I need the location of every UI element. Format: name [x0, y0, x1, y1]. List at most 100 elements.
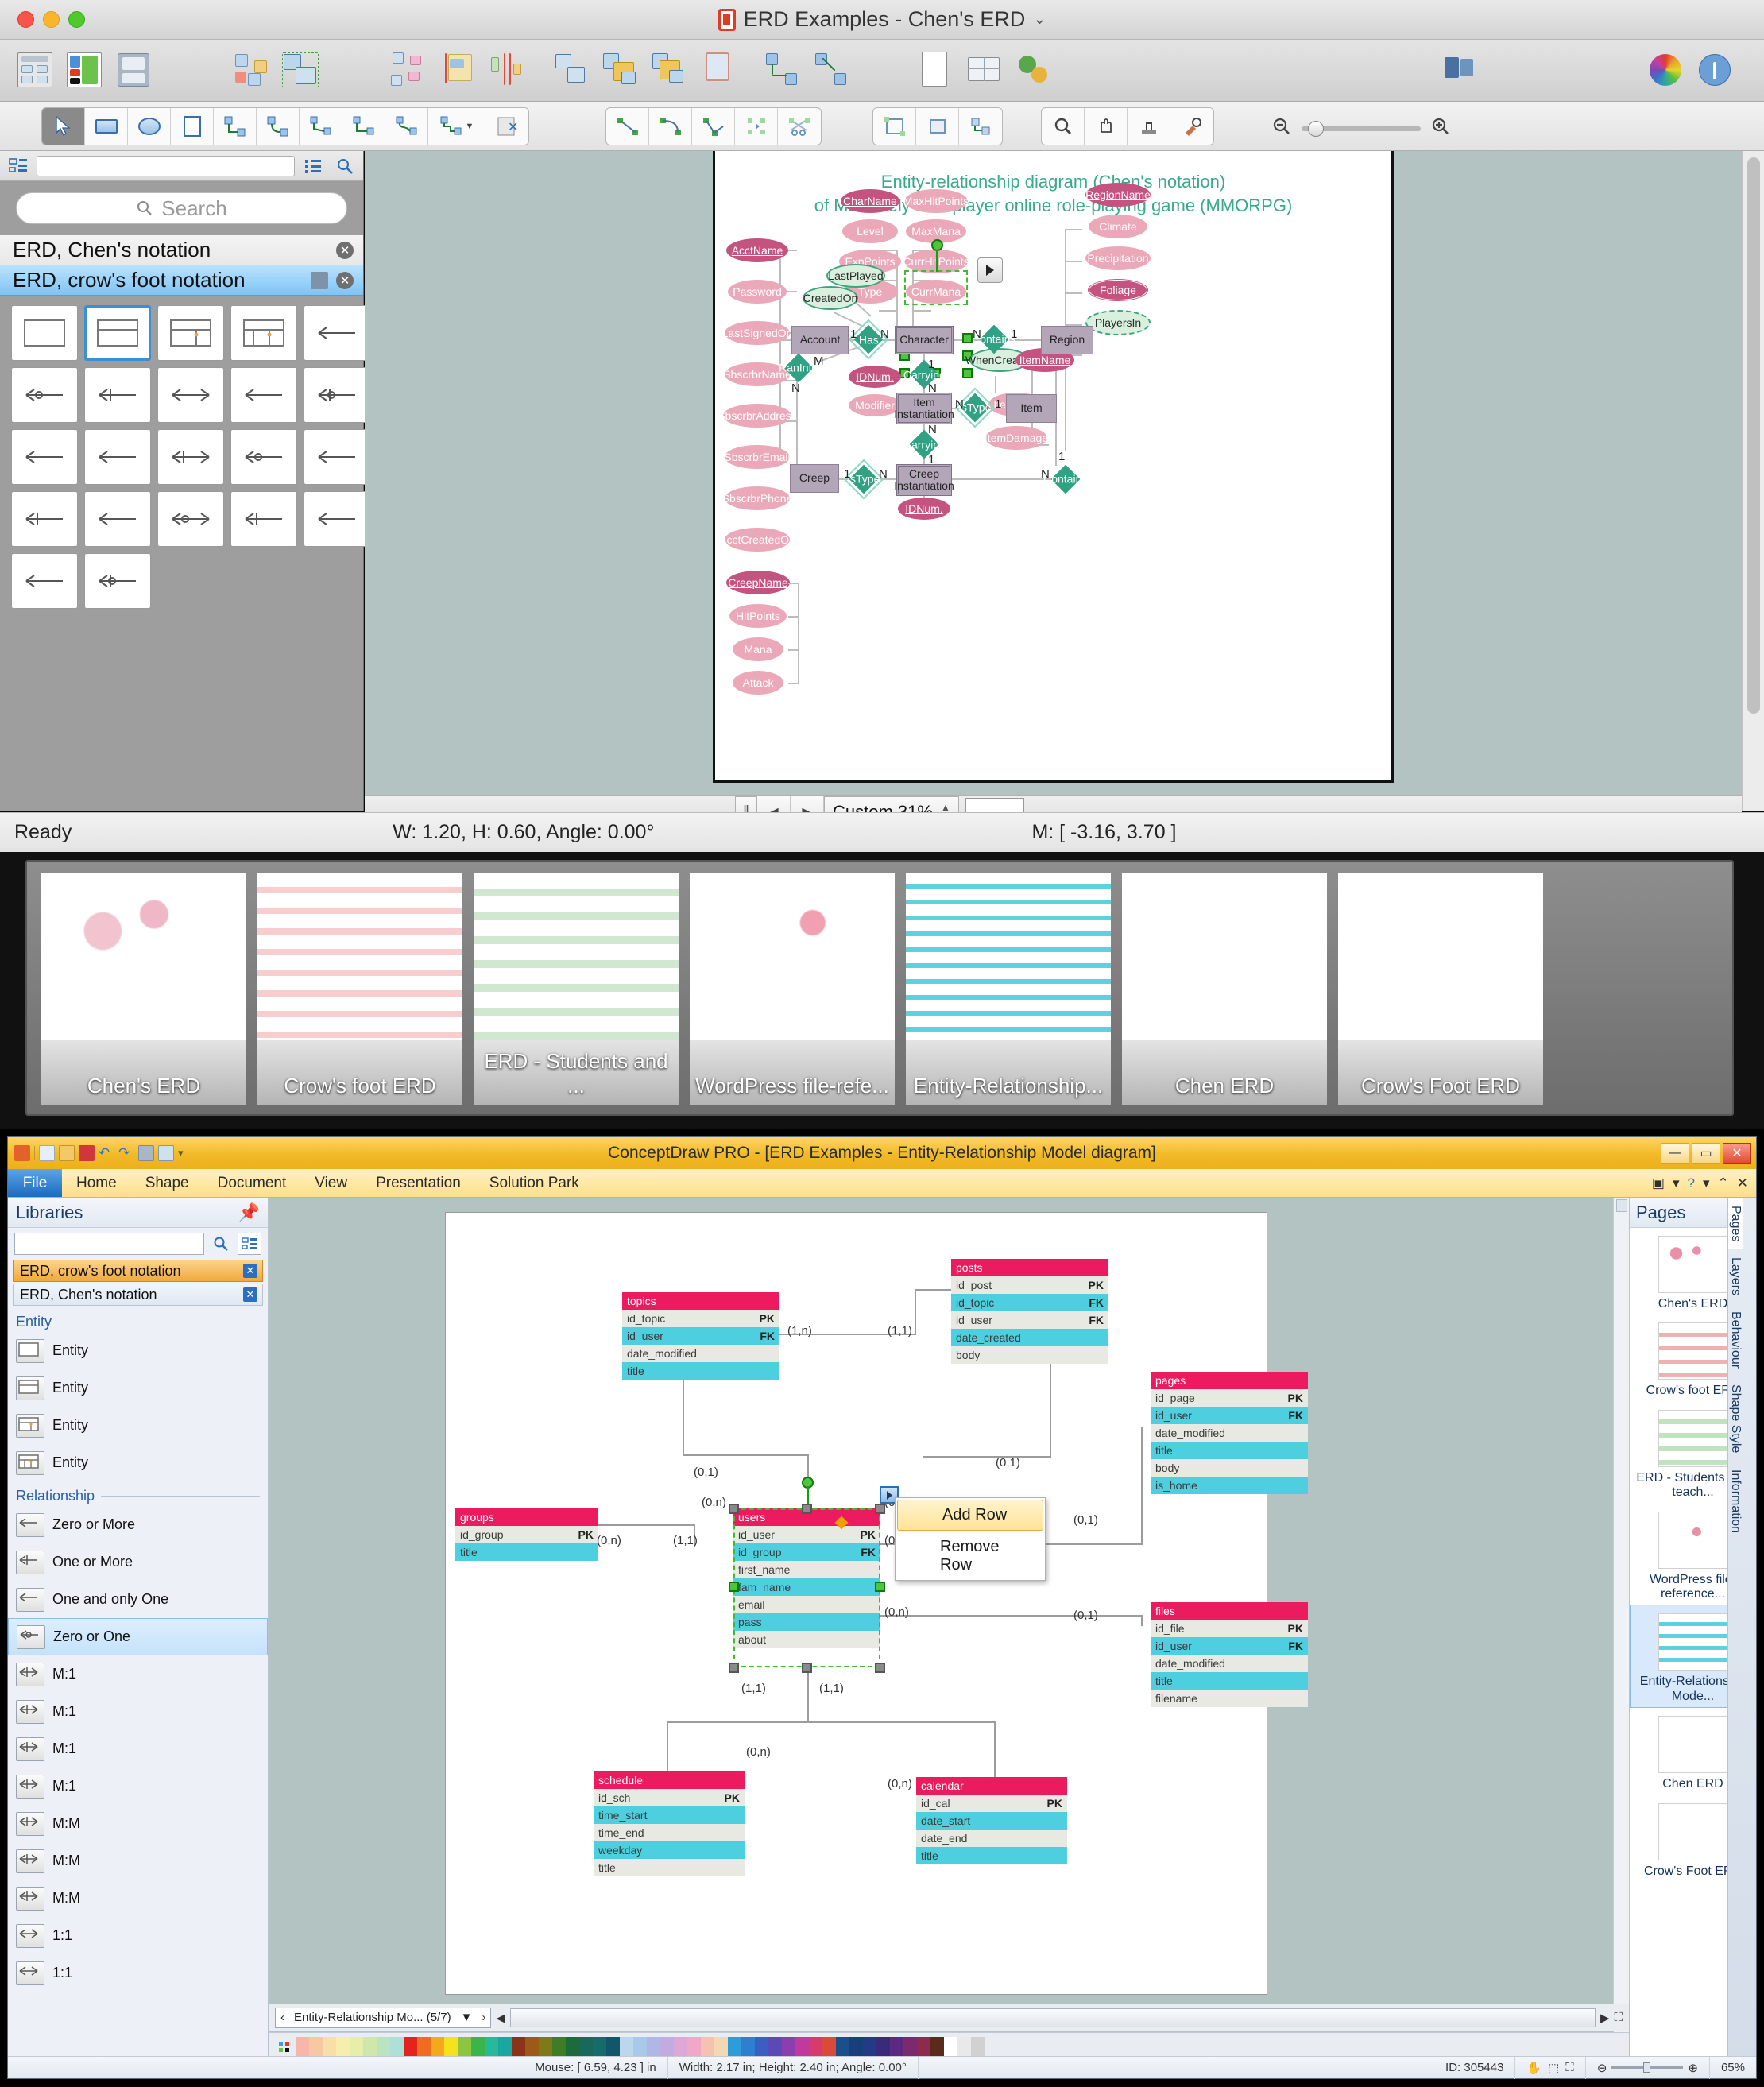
library-shape-entity[interactable]: Entity	[8, 1369, 268, 1407]
shape-item-2[interactable]	[157, 305, 224, 361]
erd-table-groups[interactable]: groups id_group PK title	[455, 1508, 598, 1561]
context-menu[interactable]: Add Row Remove Row	[895, 1497, 1046, 1581]
edit-points-tool[interactable]	[735, 108, 778, 145]
page-setup-icon[interactable]	[914, 49, 955, 91]
shape-item-1[interactable]	[84, 305, 151, 361]
connect-shapes-icon[interactable]	[230, 49, 272, 91]
connector-tool-1[interactable]	[214, 108, 257, 145]
grid-icon[interactable]	[963, 49, 1004, 91]
attribute-sbscrbremail[interactable]: SbscrbrEmail	[724, 445, 791, 469]
erd-table-files[interactable]: files id_file PK id_user FK date_modified titl…	[1151, 1602, 1308, 1707]
fit-icon[interactable]: ⛶	[1565, 2061, 1574, 2074]
library-shape-1-1[interactable]: 1:1	[8, 1917, 268, 1954]
table-row[interactable]: id_user FK	[1151, 1407, 1308, 1424]
shape-item-7[interactable]	[157, 367, 224, 423]
zoom-out-icon[interactable]	[1271, 116, 1292, 141]
connector-tool-6[interactable]: ▼	[428, 108, 485, 145]
menu-item-add-row[interactable]: Add Row	[897, 1500, 1043, 1531]
table-row[interactable]: title	[455, 1543, 598, 1561]
table-row[interactable]: title	[622, 1362, 779, 1380]
hyperlink-icon[interactable]	[1012, 49, 1054, 91]
crop-tool[interactable]	[916, 108, 959, 145]
attribute-idnum-creep[interactable]: IDNum.	[898, 498, 950, 520]
search-icon[interactable]	[331, 155, 358, 177]
shape-item-12[interactable]	[157, 429, 224, 485]
flow-layout-icon[interactable]	[386, 49, 427, 91]
shape-item-18[interactable]	[230, 491, 297, 547]
tab-solution-park[interactable]: Solution Park	[475, 1169, 594, 1197]
table-row[interactable]: id_page PK	[1151, 1389, 1308, 1407]
shape-item-9[interactable]	[304, 367, 370, 423]
dock-tab-information[interactable]: Information	[1728, 1462, 1743, 1541]
attribute-sbscrbraddress[interactable]: SbscrbrAddress	[718, 404, 797, 428]
save-icon[interactable]	[311, 271, 328, 289]
table-row[interactable]: date_created	[951, 1329, 1108, 1346]
line-tool[interactable]	[606, 108, 649, 145]
save-icon[interactable]	[113, 49, 154, 91]
minimize-button[interactable]: —	[1661, 1143, 1689, 1164]
table-row[interactable]: time_start	[594, 1806, 745, 1824]
connector-diagonal-icon[interactable]	[810, 49, 852, 91]
table-row[interactable]: date_modified	[622, 1345, 779, 1362]
table-row[interactable]: date_start	[916, 1812, 1067, 1830]
table-row[interactable]: id_user FK	[622, 1327, 779, 1345]
table-row[interactable]: is_home	[1151, 1477, 1308, 1494]
library-shape-one-or-more[interactable]: One or More	[8, 1543, 268, 1581]
fit-page-icon[interactable]: ⛶	[1614, 2011, 1623, 2024]
library-shape-entity[interactable]: Entity	[8, 1444, 268, 1481]
library-shape-one-and-only-one[interactable]: One and only One	[8, 1581, 268, 1618]
attribute-itemdamage[interactable]: ItemDamage	[985, 426, 1048, 450]
erd-table-pages[interactable]: pages id_page PK id_user FK date_modified titl…	[1151, 1372, 1308, 1494]
library-item-chen[interactable]: ERD, Chen's notation ✕	[0, 235, 363, 265]
info-icon[interactable]	[1694, 49, 1735, 91]
shape-item-10[interactable]	[11, 429, 78, 485]
libraries-icon[interactable]	[14, 49, 56, 91]
hscroll-left-arrow[interactable]: ◀	[496, 2011, 505, 2025]
entity-creep[interactable]: Creep	[790, 464, 839, 493]
shape-item-14[interactable]	[304, 429, 370, 485]
library-shape-m-1[interactable]: M:1	[8, 1655, 268, 1693]
search-input[interactable]: Search	[16, 192, 347, 224]
shape-item-6[interactable]	[84, 367, 151, 423]
shape-item-3[interactable]	[230, 305, 297, 361]
relationship-has[interactable]: Has	[848, 319, 889, 360]
fit-page-tool[interactable]	[873, 108, 916, 145]
chevron-down-icon[interactable]: ▼	[466, 122, 474, 131]
shape-item-19[interactable]	[304, 491, 370, 547]
library-shape-entity[interactable]: Entity	[8, 1407, 268, 1444]
tab-presentation[interactable]: Presentation	[362, 1169, 475, 1197]
window-layout-icon[interactable]: ▣	[1652, 1175, 1665, 1191]
connector-tool-3[interactable]	[300, 108, 342, 145]
zoom-tool[interactable]	[1042, 108, 1085, 145]
library-tab-chen[interactable]: ERD, Chen's notation ✕	[13, 1284, 263, 1306]
attribute-charname[interactable]: CharName	[841, 189, 899, 213]
align-left-icon[interactable]	[435, 49, 477, 91]
win-canvas[interactable]: topics id_topic PK id_user FK date_modified ti…	[269, 1198, 1629, 2078]
distribute-icon[interactable]	[550, 49, 591, 91]
attribute-creepname[interactable]: CreepName	[726, 571, 790, 594]
close-icon[interactable]: ✕	[243, 1264, 257, 1278]
table-row[interactable]: body	[1151, 1459, 1308, 1477]
thumbnail-card[interactable]: Entity-Relationship...	[906, 873, 1111, 1105]
hand-tool[interactable]	[1085, 108, 1128, 145]
table-row[interactable]: title	[916, 1847, 1067, 1864]
table-row[interactable]: id_file PK	[1151, 1620, 1308, 1637]
relationship-istype-item[interactable]: IsType	[954, 387, 996, 428]
tree-view-icon[interactable]	[5, 155, 32, 177]
table-row[interactable]: id_sch PK	[594, 1789, 745, 1806]
entity-item-instantiation[interactable]: Item Instantiation	[894, 393, 954, 424]
close-button[interactable]: ✕	[1723, 1143, 1751, 1164]
group-shapes-icon[interactable]	[280, 49, 321, 91]
library-shape-zero-or-more[interactable]: Zero or More	[8, 1506, 268, 1543]
table-row[interactable]: date_modified	[1151, 1655, 1308, 1672]
attribute-attack[interactable]: Attack	[733, 671, 783, 695]
attribute-lastsignedon[interactable]: LastSignedOn	[722, 321, 792, 345]
drawing-page[interactable]: Entity-relationship diagram (Chen's nota…	[713, 151, 1394, 783]
shape-item-11[interactable]	[84, 429, 151, 485]
tab-file[interactable]: File	[8, 1169, 62, 1197]
table-row[interactable]: filename	[1151, 1690, 1308, 1707]
shape-item-16[interactable]	[84, 491, 151, 547]
colors-icon[interactable]	[1645, 49, 1686, 91]
shape-item-0[interactable]	[11, 305, 78, 361]
table-row[interactable]: weekday	[594, 1841, 745, 1859]
